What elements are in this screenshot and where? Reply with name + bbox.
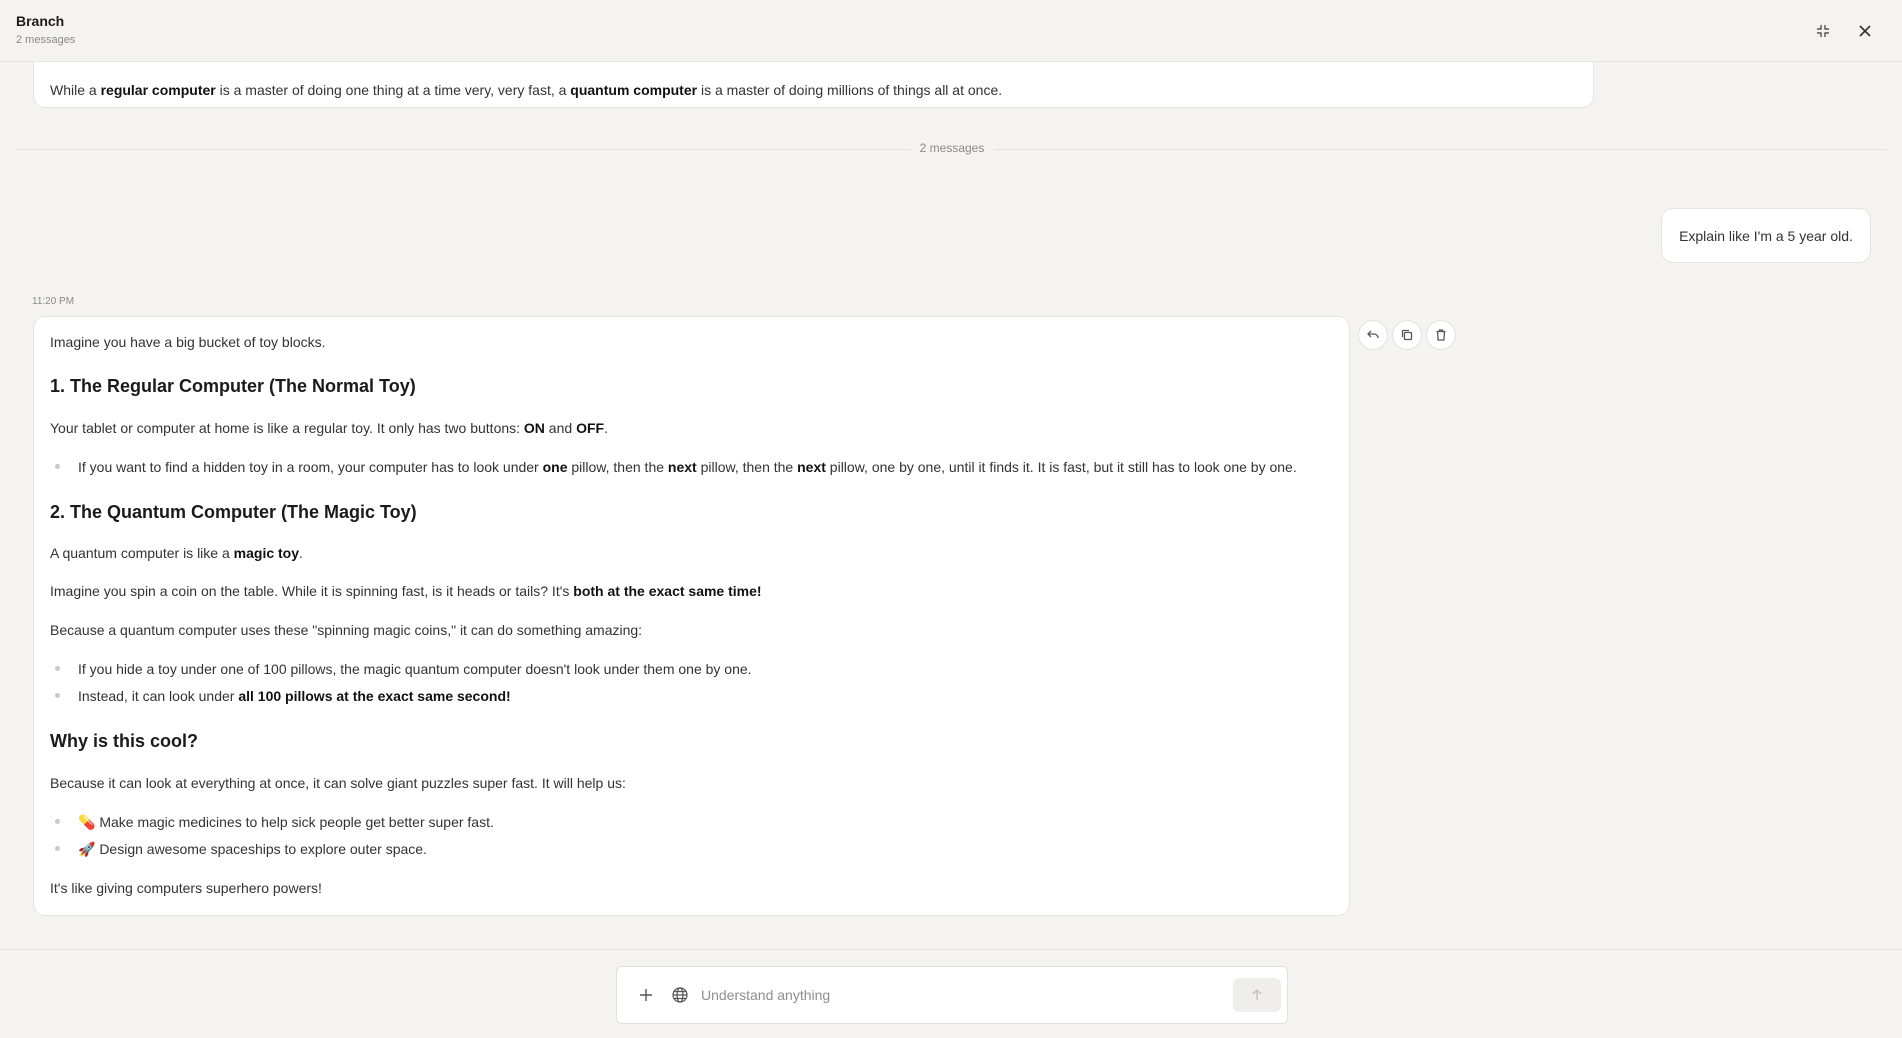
attach-button[interactable] — [635, 984, 657, 1006]
reply-intro: Imagine you have a big bucket of toy blo… — [50, 334, 326, 350]
list-item: Instead, it can look under all 100 pillo… — [78, 688, 511, 704]
previous-message-text: While a regular computer is a master of … — [50, 82, 1003, 98]
list-item: 🚀 Design awesome spaceships to explore o… — [78, 841, 427, 857]
message-composer — [616, 966, 1288, 1024]
trash-icon — [1436, 329, 1446, 341]
plus-icon — [640, 989, 652, 1001]
reply-paragraph: Because it can look at everything at onc… — [50, 775, 626, 791]
branch-divider-label: 2 messages — [910, 141, 994, 155]
close-button[interactable] — [1852, 18, 1878, 44]
delete-button[interactable] — [1426, 320, 1456, 350]
message-input[interactable] — [701, 981, 1201, 1009]
list-item: If you hide a toy under one of 100 pillo… — [78, 661, 752, 677]
list-item: 💊 Make magic medicines to help sick peop… — [78, 814, 494, 830]
panel-title: Branch — [16, 13, 65, 29]
copy-icon — [1401, 329, 1413, 341]
send-button[interactable] — [1233, 978, 1281, 1012]
list-item: If you want to find a hidden toy in a ro… — [78, 459, 1297, 475]
reply-heading-1: 1. The Regular Computer (The Normal Toy) — [50, 376, 416, 396]
reply-paragraph: Your tablet or computer at home is like … — [50, 420, 608, 436]
reply-heading-3: Why is this cool? — [50, 731, 199, 751]
bullet-dot — [55, 464, 60, 469]
reply-paragraph: A quantum computer is like a magic toy. — [50, 545, 303, 561]
panel-header: Branch 2 messages — [0, 0, 1902, 62]
reply-paragraph: Imagine you spin a coin on the table. Wh… — [50, 583, 762, 599]
conversation-area[interactable]: While a regular computer is a master of … — [0, 62, 1902, 949]
minimize-icon — [1817, 25, 1829, 37]
message-count: 2 messages — [16, 34, 76, 46]
close-icon — [1859, 25, 1871, 37]
bullet-dot — [55, 666, 60, 671]
globe-icon — [672, 987, 688, 1003]
arrow-up-icon — [1252, 988, 1262, 1000]
reply-heading-2: 2. The Quantum Computer (The Magic Toy) — [50, 502, 417, 522]
minimize-button[interactable] — [1810, 18, 1836, 44]
bullet-dot — [55, 693, 60, 698]
bullet-dot — [55, 846, 60, 851]
bullet-dot — [55, 819, 60, 824]
message-timestamp: 11:20 PM — [32, 296, 75, 307]
user-message: Explain like I'm a 5 year old. — [1661, 208, 1871, 263]
reply-paragraph: Because a quantum computer uses these "s… — [50, 622, 643, 638]
reply-paragraph: It's like giving computers superhero pow… — [50, 880, 322, 896]
reply-icon — [1367, 330, 1379, 339]
web-search-button[interactable] — [669, 984, 691, 1006]
previous-assistant-message: While a regular computer is a master of … — [33, 62, 1594, 108]
reply-button[interactable] — [1358, 320, 1388, 350]
assistant-message: Imagine you have a big bucket of toy blo… — [33, 316, 1350, 916]
copy-button[interactable] — [1392, 320, 1422, 350]
